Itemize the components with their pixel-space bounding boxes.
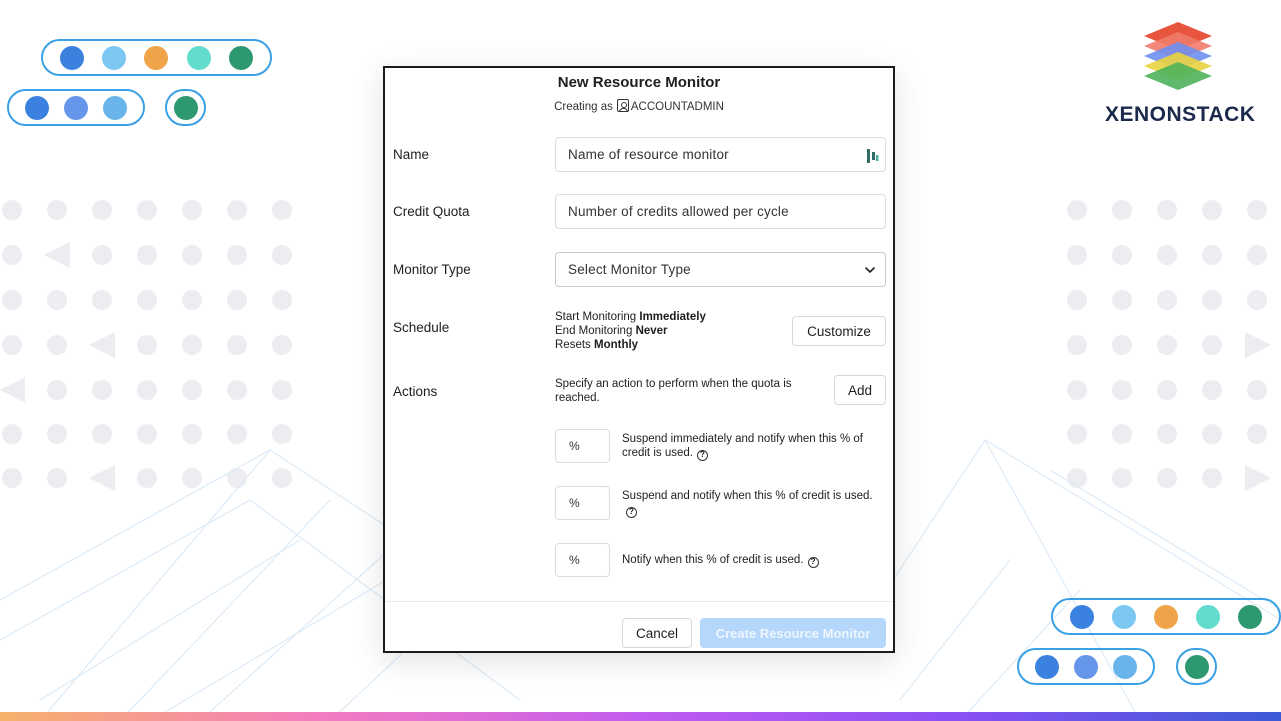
creating-as: Creating as ACCOUNTADMIN bbox=[385, 99, 893, 113]
monitor-type-select[interactable]: Select Monitor Type bbox=[555, 252, 886, 287]
schedule-start: Start Monitoring Immediately bbox=[555, 311, 706, 323]
customize-button[interactable]: Customize bbox=[792, 316, 886, 346]
decor-pill-bottom-small bbox=[1176, 648, 1217, 685]
decor-dot bbox=[1238, 604, 1262, 629]
credit-quota-label: Credit Quota bbox=[393, 204, 470, 219]
decor-dot bbox=[173, 95, 198, 120]
add-action-button[interactable]: Add bbox=[834, 375, 886, 405]
decor-pill-mid bbox=[7, 89, 145, 126]
dialog-title: New Resource Monitor bbox=[557, 74, 721, 91]
credit-quota-input[interactable] bbox=[568, 204, 873, 219]
decor-dot bbox=[1034, 654, 1059, 679]
help-icon[interactable]: ? bbox=[696, 449, 708, 461]
decor-dot bbox=[228, 45, 253, 70]
resource-monitor-dialog: New Resource Monitor Creating as ACCOUNTA… bbox=[383, 66, 895, 653]
decor-dot bbox=[1154, 604, 1178, 629]
decor-pill-top bbox=[41, 39, 272, 76]
dot-grid-right bbox=[1067, 200, 1271, 491]
monitor-type-value: Select Monitor Type bbox=[568, 262, 691, 277]
create-resource-monitor-button[interactable]: Create Resource Monitor bbox=[700, 618, 886, 648]
schedule-summary: Start Monitoring Immediately End Monitor… bbox=[555, 310, 706, 352]
decor-dot bbox=[102, 45, 127, 70]
threshold-input-suspend-immediate[interactable]: % bbox=[555, 429, 610, 463]
creating-as-prefix: Creating as bbox=[554, 101, 613, 113]
decor-dot bbox=[63, 95, 88, 120]
credit-quota-field[interactable] bbox=[555, 194, 886, 229]
actions-label: Actions bbox=[393, 384, 438, 399]
decor-dot bbox=[103, 95, 128, 120]
footer-divider bbox=[385, 601, 893, 602]
decor-pill-small bbox=[165, 89, 206, 126]
role-name: ACCOUNTADMIN bbox=[630, 101, 724, 113]
decor-pill-bottom-mid bbox=[1017, 648, 1155, 685]
name-field[interactable] bbox=[555, 137, 886, 172]
decor-dot bbox=[24, 95, 49, 120]
decor-dot bbox=[60, 45, 85, 70]
decor-dot bbox=[1073, 654, 1098, 679]
xenonstack-logo-icon bbox=[1144, 22, 1212, 90]
cancel-button[interactable]: Cancel bbox=[622, 618, 692, 648]
schedule-reset: Resets Monthly bbox=[555, 339, 639, 351]
monitor-type-label: Monitor Type bbox=[393, 262, 471, 277]
threshold-desc: Suspend and notify when this % of credit… bbox=[622, 490, 873, 518]
name-label: Name bbox=[393, 147, 430, 162]
decor-dot bbox=[1112, 604, 1136, 629]
threshold-desc: Suspend immediately and notify when this… bbox=[622, 433, 863, 461]
actions-description: Specify an action to perform when the qu… bbox=[555, 378, 792, 404]
threshold-desc: Notify when this % of credit is used.? bbox=[622, 553, 887, 568]
help-icon[interactable]: ? bbox=[626, 506, 637, 518]
chevron-down-icon bbox=[865, 267, 875, 273]
threshold-input-suspend[interactable]: % bbox=[555, 486, 610, 520]
dot-grid-left bbox=[0, 200, 292, 491]
decor-dot bbox=[1070, 604, 1094, 629]
decor-dot bbox=[186, 45, 211, 70]
brand-name: XENONSTACK bbox=[1105, 103, 1256, 126]
name-input[interactable] bbox=[568, 147, 873, 162]
decor-dot bbox=[144, 45, 169, 70]
help-icon[interactable]: ? bbox=[807, 556, 819, 568]
decor-pill-bottom bbox=[1051, 598, 1281, 635]
gradient-bar bbox=[0, 712, 1281, 721]
schedule-end: End Monitoring Never bbox=[555, 325, 668, 337]
decor-dot bbox=[1184, 654, 1209, 679]
user-role-icon bbox=[616, 99, 629, 112]
threshold-input-notify[interactable]: % bbox=[555, 543, 610, 577]
schedule-label: Schedule bbox=[393, 320, 450, 335]
password-manager-icon[interactable] bbox=[866, 148, 880, 164]
decor-dot bbox=[1113, 654, 1138, 679]
decor-dot bbox=[1196, 604, 1220, 629]
